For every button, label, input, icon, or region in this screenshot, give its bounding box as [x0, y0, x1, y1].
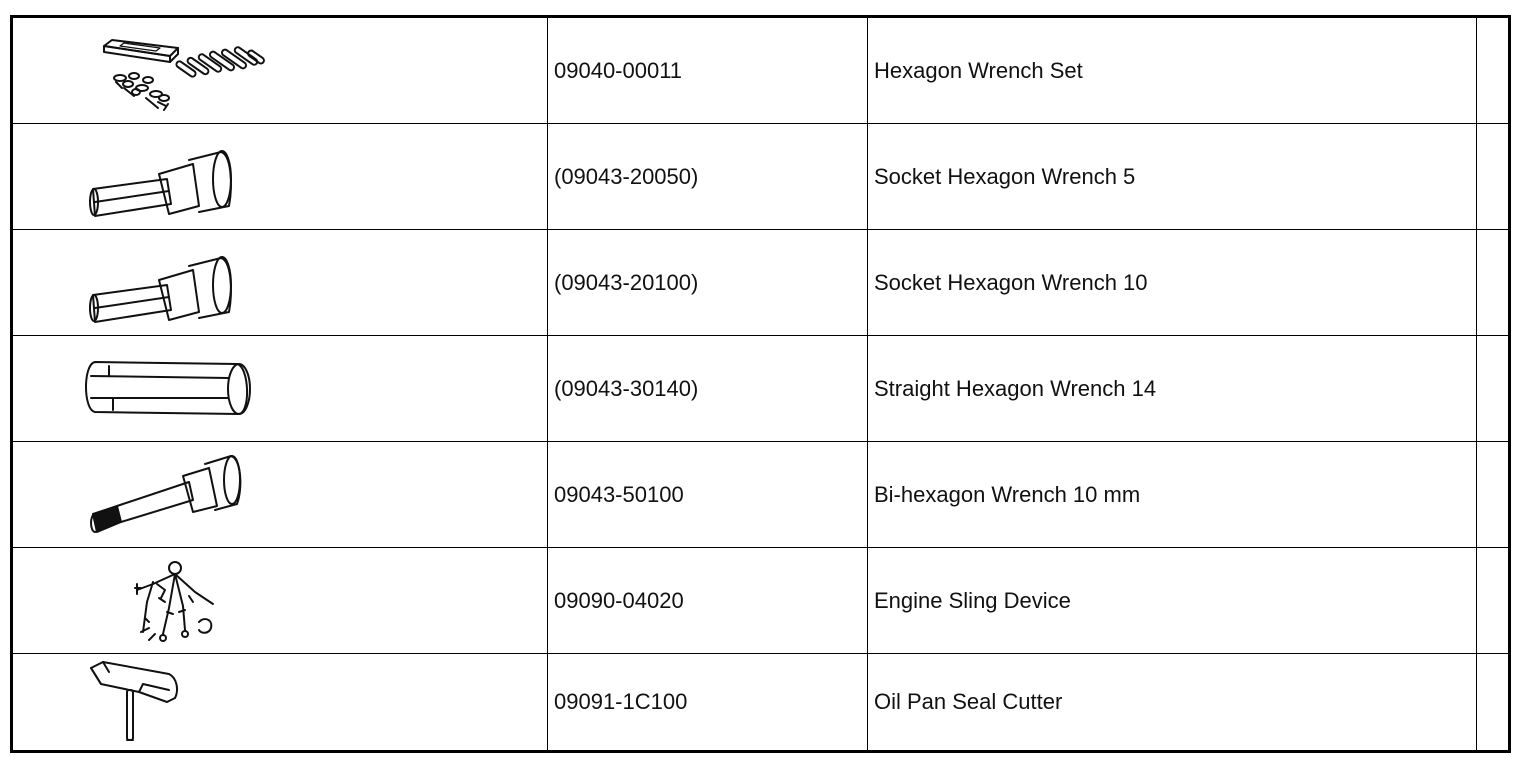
illustration-cell — [11, 547, 548, 654]
socket-hexagon-wrench-icon — [89, 150, 232, 217]
table-row: (09043-20050) Socket Hexagon Wrench 5 — [11, 123, 1510, 230]
straight-hexagon-wrench-icon — [85, 361, 251, 415]
special-tools-table: 09040-00011 Hexagon Wrench Set (09043-20… — [10, 15, 1511, 753]
note-cell — [1476, 653, 1510, 752]
illustration-cell — [11, 16, 548, 124]
part-number: 09040-00011 — [554, 57, 683, 83]
table-row: (09043-20100) Socket Hexagon Wrench 10 — [11, 229, 1510, 336]
note-cell — [1476, 123, 1510, 230]
illustration-cell — [11, 335, 548, 442]
part-number: (09043-20100) — [554, 269, 699, 295]
tool-name-cell: Straight Hexagon Wrench 14 — [867, 335, 1477, 442]
tool-name-cell: Socket Hexagon Wrench 10 — [867, 229, 1477, 336]
table-row: 09040-00011 Hexagon Wrench Set — [11, 16, 1510, 124]
part-number: (09043-30140) — [554, 375, 699, 401]
table-row: 09090-04020 Engine Sling Device — [11, 547, 1510, 654]
note-cell — [1476, 547, 1510, 654]
part-number-cell: 09091-1C100 — [547, 653, 868, 752]
oil-pan-seal-cutter-icon — [90, 661, 178, 741]
tool-name-cell: Socket Hexagon Wrench 5 — [867, 123, 1477, 230]
bi-hexagon-wrench-icon — [90, 455, 242, 533]
part-number-cell: (09043-30140) — [547, 335, 868, 442]
tool-name-cell: Oil Pan Seal Cutter — [867, 653, 1477, 752]
tool-name-cell: Hexagon Wrench Set — [867, 16, 1477, 124]
part-number-cell: 09040-00011 — [547, 16, 868, 124]
illustration-cell — [11, 229, 548, 336]
table-row: (09043-30140) Straight Hexagon Wrench 14 — [11, 335, 1510, 442]
tool-name: Engine Sling Device — [874, 587, 1071, 613]
tool-name: Bi-hexagon Wrench 10 mm — [874, 481, 1141, 507]
part-number-cell: 09043-50100 — [547, 441, 868, 548]
part-number: 09091-1C100 — [554, 689, 688, 714]
part-number: 09090-04020 — [554, 587, 684, 613]
socket-hexagon-wrench-icon — [89, 256, 232, 323]
engine-sling-device-icon — [134, 561, 214, 642]
part-number-cell: 09090-04020 — [547, 547, 868, 654]
hexagon-wrench-set-icon — [103, 39, 265, 111]
part-number-cell: (09043-20050) — [547, 123, 868, 230]
illustration-cell — [11, 441, 548, 548]
table-row: 09091-1C100 Oil Pan Seal Cutter — [11, 653, 1510, 752]
note-cell — [1476, 441, 1510, 548]
table-row: 09043-50100 Bi-hexagon Wrench 10 mm — [11, 441, 1510, 548]
note-cell — [1476, 16, 1510, 124]
part-number-cell: (09043-20100) — [547, 229, 868, 336]
part-number: 09043-50100 — [554, 481, 684, 507]
note-cell — [1476, 229, 1510, 336]
note-cell — [1476, 335, 1510, 442]
illustration-cell — [11, 123, 548, 230]
tool-name: Oil Pan Seal Cutter — [874, 689, 1063, 714]
illustration-cell — [11, 653, 548, 752]
tool-name-cell: Engine Sling Device — [867, 547, 1477, 654]
tool-name: Straight Hexagon Wrench 14 — [874, 375, 1157, 401]
tool-name: Socket Hexagon Wrench 10 — [874, 269, 1148, 295]
tool-name: Hexagon Wrench Set — [874, 57, 1083, 83]
tool-name-cell: Bi-hexagon Wrench 10 mm — [867, 441, 1477, 548]
part-number: (09043-20050) — [554, 163, 699, 189]
tool-name: Socket Hexagon Wrench 5 — [874, 163, 1136, 189]
